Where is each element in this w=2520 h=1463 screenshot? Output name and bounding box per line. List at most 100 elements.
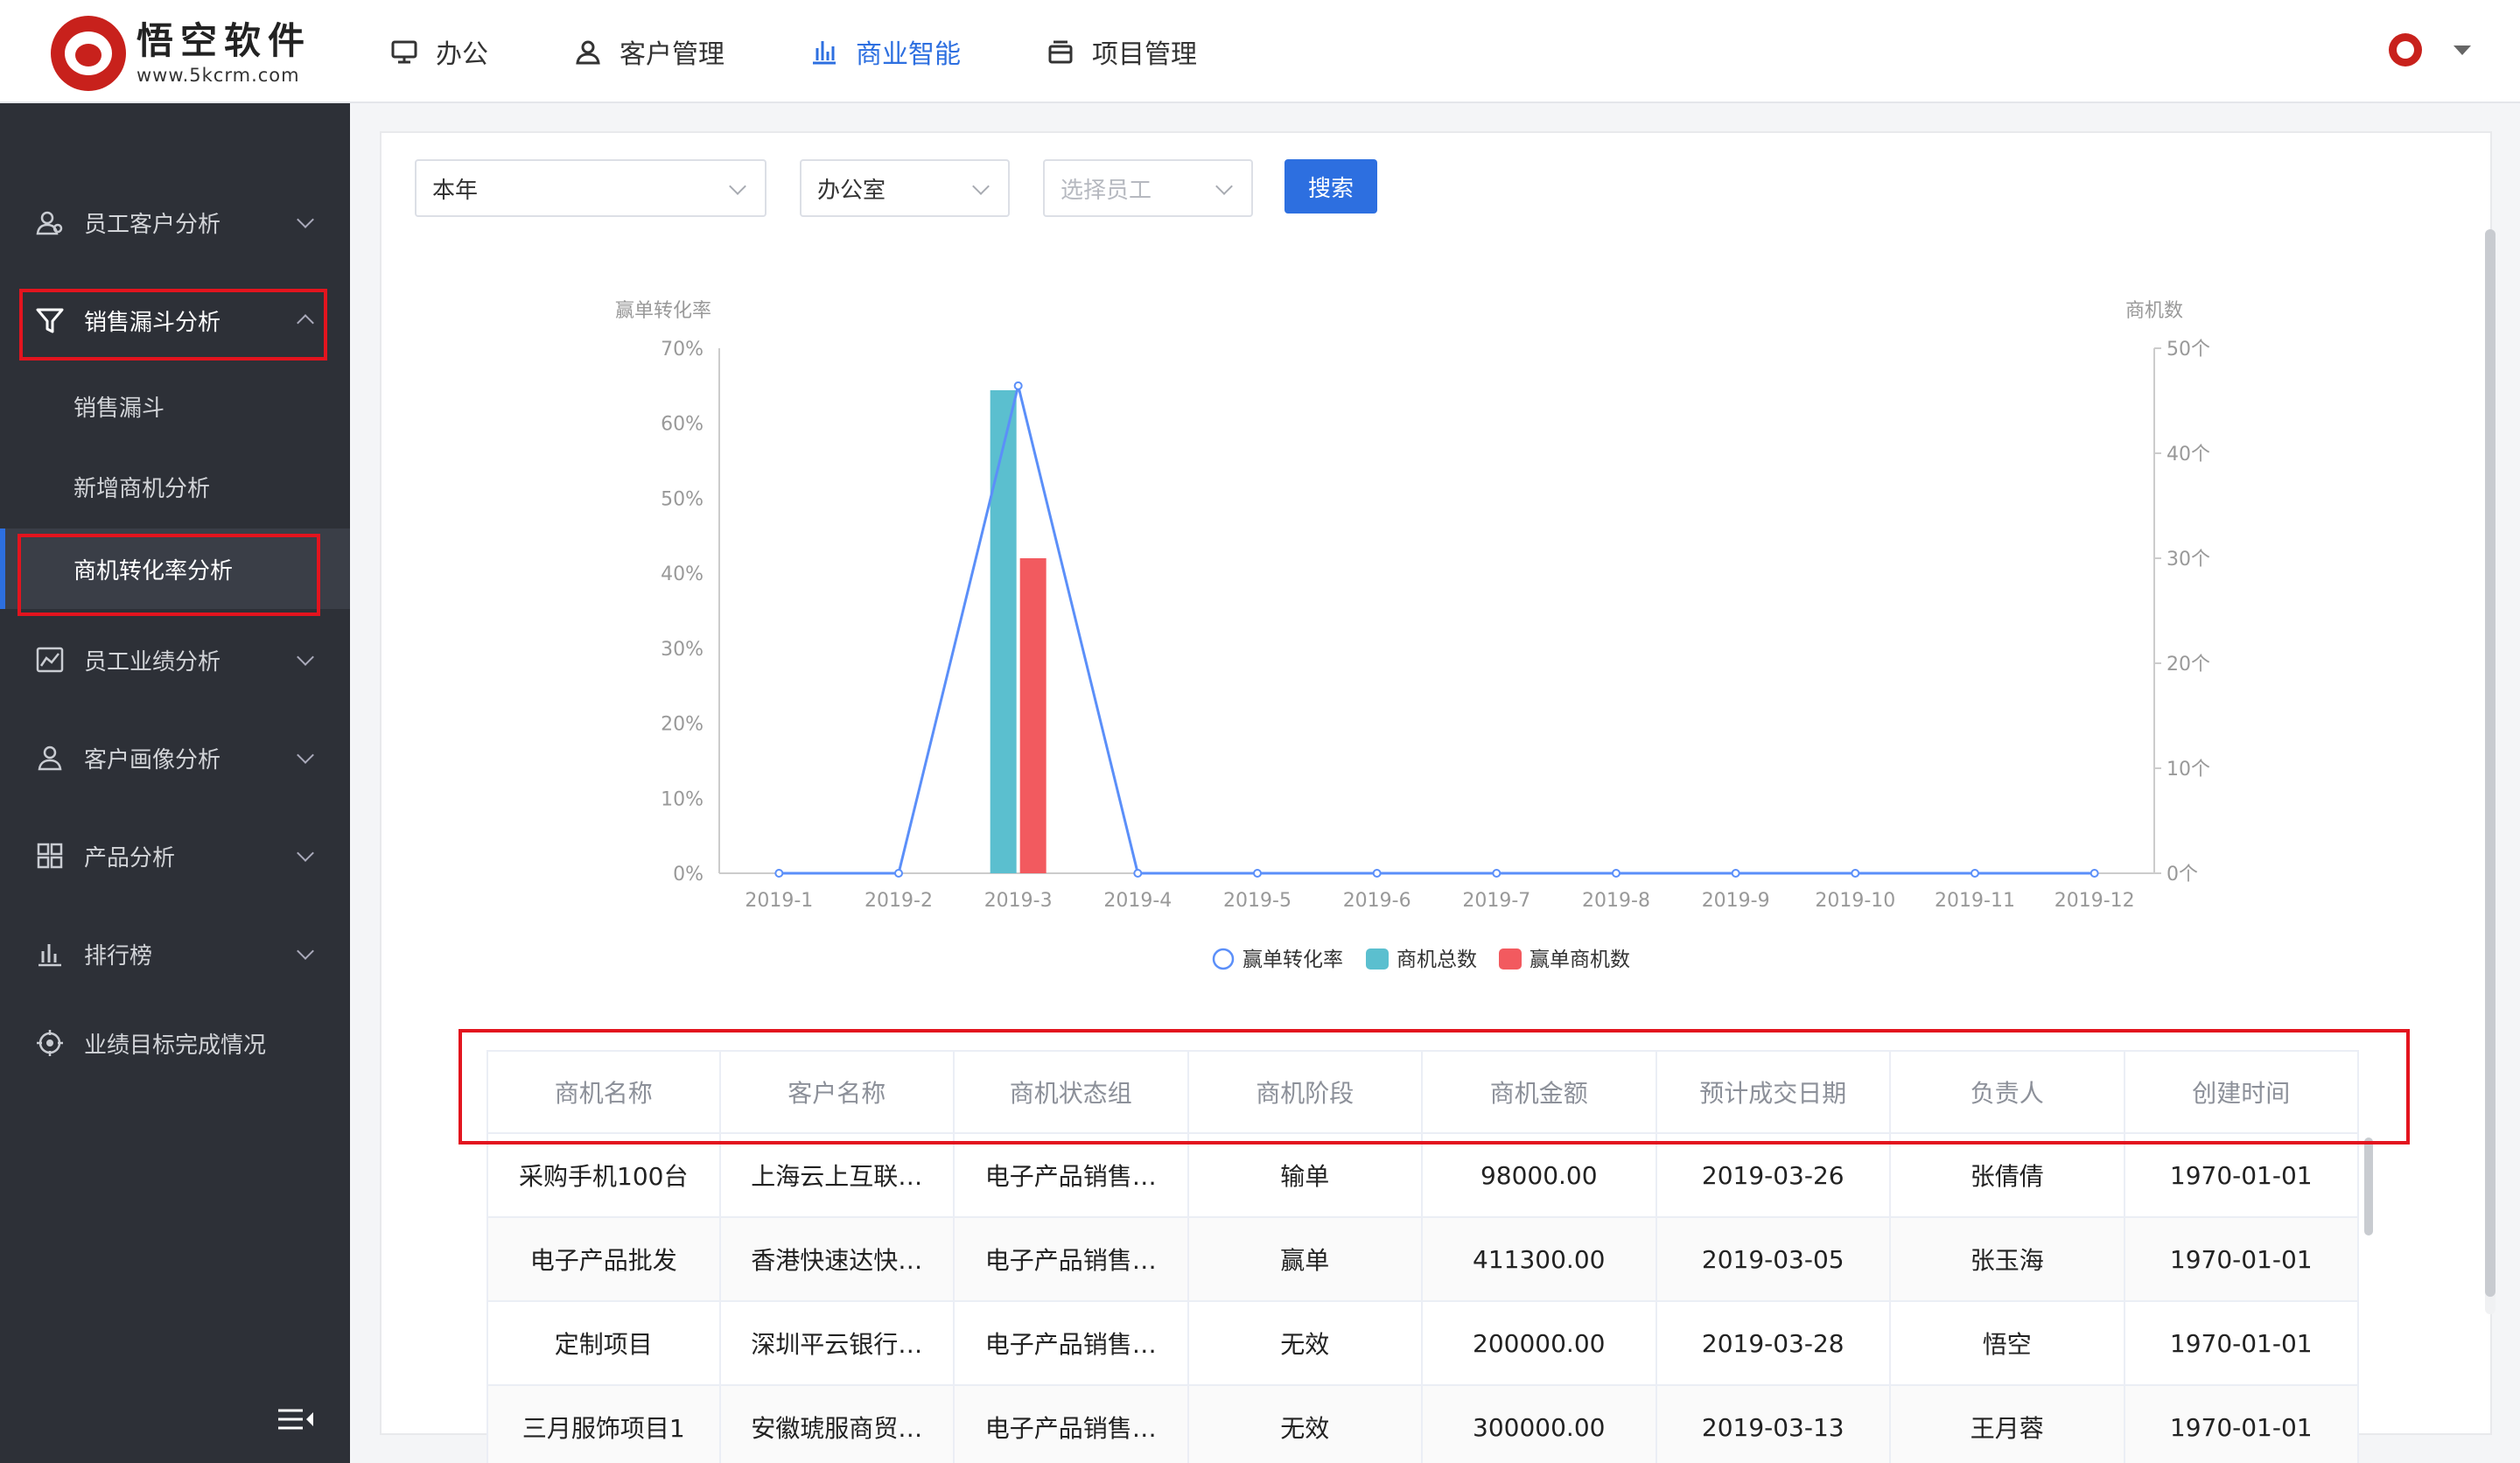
- main-panel: 本年 办公室 选择员工 搜索 赢单转化率 商机数 0% 10% 20% 30% 40% 5…: [380, 131, 2496, 1463]
- column-header[interactable]: 商机阶段: [1189, 1052, 1423, 1132]
- x-tick-label: 2019-7: [1462, 890, 1530, 912]
- line-point[interactable]: [1013, 381, 1023, 390]
- user-menu[interactable]: [2389, 33, 2471, 66]
- logo-name: 悟空软件: [136, 18, 312, 62]
- funnel-icon: [36, 308, 64, 333]
- sidebar: 员工客户分析 销售漏斗分析 销售漏斗 新增商机分析 商机转化率分析 员工业绩分析…: [0, 103, 350, 1463]
- sidebar-subitem-funnel[interactable]: 销售漏斗: [0, 366, 350, 446]
- line-point[interactable]: [1851, 869, 1860, 878]
- table-header: 商机名称 客户名称 商机状态组 商机阶段 商机金额 预计成交日期 负责人 创建时间: [486, 1050, 2359, 1134]
- column-header[interactable]: 创建时间: [2125, 1052, 2359, 1132]
- sidebar-item-ranking[interactable]: 排行榜: [0, 919, 350, 989]
- legend-label[interactable]: 商机总数: [1396, 948, 1477, 971]
- legend-marker: [1212, 948, 1235, 970]
- collapse-menu-icon[interactable]: [276, 1407, 315, 1435]
- right-tick-label: 20个: [2166, 654, 2210, 676]
- bar-赢单商机数[interactable]: [1019, 558, 1046, 873]
- line-point[interactable]: [1970, 869, 1979, 878]
- sidebar-subitem-new-opportunity[interactable]: 新增商机分析: [0, 446, 350, 527]
- line-point[interactable]: [774, 869, 784, 878]
- nav-bi-label: 商业智能: [856, 39, 961, 70]
- nav-office[interactable]: 办公: [390, 32, 488, 71]
- user-icon: [576, 40, 600, 65]
- table-cell: 1970-01-01: [2125, 1218, 2359, 1300]
- sidebar-item-label: 员工客户分析: [84, 211, 221, 238]
- nav-project-label: 项目管理: [1092, 39, 1197, 70]
- line-point[interactable]: [1612, 869, 1620, 878]
- nav-customer-label: 客户管理: [620, 39, 724, 70]
- column-header[interactable]: 负责人: [1891, 1052, 2125, 1132]
- column-header[interactable]: 客户名称: [721, 1052, 955, 1132]
- line-point[interactable]: [894, 869, 903, 878]
- right-tick-label: 10个: [2166, 759, 2210, 780]
- x-tick-label: 2019-2: [864, 890, 933, 912]
- chevron-down-icon: [297, 942, 314, 960]
- sidebar-subitem-conversion-rate[interactable]: 商机转化率分析: [0, 528, 350, 609]
- table-cell: 采购手机100台: [486, 1134, 721, 1216]
- legend-marker: [1499, 948, 1522, 970]
- table-row[interactable]: 三月服饰项目1 安徽琥服商贸… 电子产品销售… 无效 300000.00 2019-03-…: [486, 1386, 2359, 1463]
- chevron-down-icon: [297, 746, 314, 764]
- sidebar-subitem-label: 新增商机分析: [74, 475, 211, 502]
- table-cell: 无效: [1189, 1302, 1423, 1384]
- target-icon: [37, 1030, 63, 1056]
- logo-url: www.5kcrm.com: [136, 64, 300, 86]
- sidebar-item-employee-customer[interactable]: 员工客户分析: [0, 187, 350, 257]
- line-point[interactable]: [1133, 869, 1143, 878]
- table-cell: 电子产品销售…: [955, 1302, 1189, 1384]
- sidebar-item-label: 产品分析: [84, 844, 176, 872]
- legend-label[interactable]: 赢单商机数: [1530, 948, 1630, 971]
- legend-label[interactable]: 赢单转化率: [1242, 948, 1343, 971]
- sidebar-item-employee-performance[interactable]: 员工业绩分析: [0, 625, 350, 695]
- table-cell: 1970-01-01: [2125, 1302, 2359, 1384]
- left-tick-label: 50%: [661, 488, 704, 510]
- line-point[interactable]: [1372, 869, 1382, 878]
- x-tick-label: 2019-11: [1935, 890, 2015, 912]
- column-header[interactable]: 商机金额: [1423, 1052, 1657, 1132]
- folder-icon: [1048, 40, 1073, 64]
- table-cell: 200000.00: [1423, 1302, 1657, 1384]
- chevron-down-icon[interactable]: [2454, 45, 2471, 55]
- sidebar-item-sales-funnel[interactable]: 销售漏斗分析: [0, 285, 350, 355]
- line-point[interactable]: [1731, 869, 1740, 878]
- column-header[interactable]: 预计成交日期: [1657, 1052, 1891, 1132]
- table-cell: 王月蓉: [1891, 1386, 2125, 1463]
- avatar[interactable]: [2389, 33, 2422, 66]
- nav-project[interactable]: 项目管理: [1046, 32, 1197, 71]
- x-tick-label: 2019-6: [1343, 890, 1411, 912]
- sidebar-item-target-completion[interactable]: 业绩目标完成情况: [0, 1008, 350, 1078]
- line-point[interactable]: [2090, 869, 2099, 878]
- table-cell: 2019-03-05: [1657, 1218, 1891, 1300]
- table-scrollbar[interactable]: [2364, 1138, 2373, 1236]
- table-cell: 电子产品销售…: [955, 1386, 1189, 1463]
- table-cell: 1970-01-01: [2125, 1386, 2359, 1463]
- nav-customer[interactable]: 客户管理: [574, 32, 724, 71]
- right-tick-label: 50个: [2166, 339, 2210, 360]
- sidebar-item-customer-portrait[interactable]: 客户画像分析: [0, 723, 350, 793]
- column-header[interactable]: 商机状态组: [955, 1052, 1189, 1132]
- table-cell: 深圳平云银行…: [721, 1302, 955, 1384]
- sidebar-subitem-label: 销售漏斗: [74, 395, 165, 422]
- x-tick-label: 2019-3: [984, 890, 1053, 912]
- sidebar-item-label: 员工业绩分析: [84, 648, 221, 676]
- sidebar-item-product[interactable]: 产品分析: [0, 821, 350, 891]
- column-header[interactable]: 商机名称: [486, 1052, 721, 1132]
- x-tick-label: 2019-12: [2054, 890, 2135, 912]
- table-cell: 无效: [1189, 1386, 1423, 1463]
- line-point[interactable]: [1492, 869, 1502, 878]
- nav-office-label: 办公: [436, 39, 488, 70]
- conversion-rate-line: [779, 385, 2095, 875]
- user-icon: [38, 746, 62, 771]
- table-row[interactable]: 定制项目 深圳平云银行… 电子产品销售… 无效 200000.00 2019-03-28 悟…: [486, 1302, 2359, 1386]
- table-header-row: 商机名称 客户名称 商机状态组 商机阶段 商机金额 预计成交日期 负责人 创建时间: [486, 1050, 2359, 1134]
- table-cell: 输单: [1189, 1134, 1423, 1216]
- table-row[interactable]: 电子产品批发 香港快速达快… 电子产品销售… 赢单 411300.00 2019-03-0…: [486, 1218, 2359, 1302]
- table-cell: 上海云上互联…: [721, 1134, 955, 1216]
- table-body: 采购手机100台 上海云上互联… 电子产品销售… 输单 98000.00 2019-03-…: [486, 1134, 2359, 1463]
- table-row[interactable]: 采购手机100台 上海云上互联… 电子产品销售… 输单 98000.00 2019-03-…: [486, 1134, 2359, 1218]
- line-point[interactable]: [1253, 869, 1262, 878]
- conversion-chart: 赢单转化率 商机数 0% 10% 20% 30% 40% 50% 60% 70% 0个 10个 2…: [615, 300, 2210, 971]
- logo[interactable]: 悟空软件 www.5kcrm.com: [51, 16, 312, 91]
- nav-bi[interactable]: 商业智能: [810, 32, 961, 71]
- bar-商机总数[interactable]: [990, 390, 1017, 873]
